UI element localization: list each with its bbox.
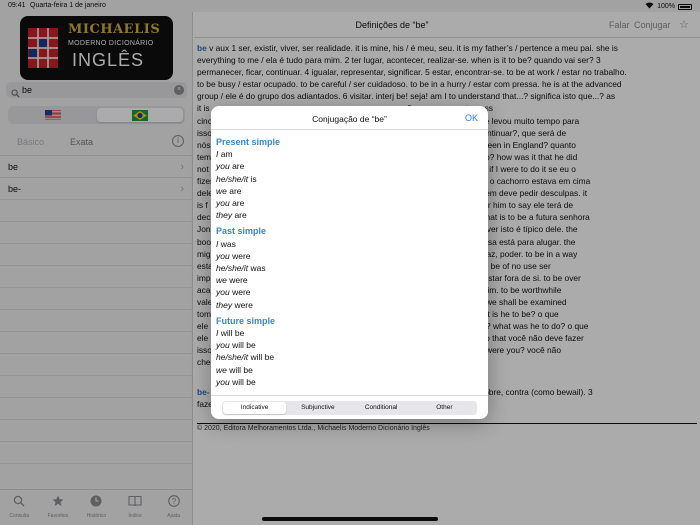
pronoun: they <box>216 299 233 310</box>
pronoun: they <box>216 210 233 221</box>
verb-form: will be <box>229 376 256 387</box>
pronoun: you <box>216 250 230 261</box>
verb-form: is <box>248 173 257 184</box>
conjugation-list: Present simple I am you are he/she/it is we … <box>211 131 488 395</box>
conjugation-row: they were <box>216 299 483 311</box>
verb-form: will be <box>226 364 253 375</box>
pronoun: he/she/it <box>216 352 249 363</box>
verb-form: will be <box>248 352 275 363</box>
conjugation-row: you are <box>216 197 483 209</box>
pronoun: we <box>216 275 227 286</box>
conjugation-row: you were <box>216 286 483 298</box>
mood-tab-conditional[interactable]: Conditional <box>350 402 413 414</box>
verb-form: are <box>229 161 245 172</box>
conjugation-row: he/she/it is <box>216 173 483 185</box>
modal-title: Conjugação de “be” <box>312 114 387 124</box>
conjugation-row: you will be <box>216 376 483 388</box>
verb-form: were <box>229 287 251 298</box>
ok-button[interactable]: OK <box>465 113 478 123</box>
verb-form: will be <box>218 328 245 339</box>
modal-footer: Indicative Subjunctive Conditional Other <box>211 395 488 419</box>
verb-form: were <box>232 299 253 310</box>
conjugation-row: you will be <box>216 339 483 351</box>
pronoun: you <box>216 287 230 298</box>
tense-heading: Present simple <box>216 137 281 147</box>
tense-heading: Past simple <box>216 226 267 237</box>
pronoun: you <box>216 340 230 351</box>
conjugation-row: you were <box>216 250 483 262</box>
pronoun: you <box>216 376 230 387</box>
verb-form: are <box>226 185 242 196</box>
pronoun: we <box>216 185 227 196</box>
conjugation-row: he/she/it was <box>216 262 483 274</box>
mood-selector[interactable]: Indicative Subjunctive Conditional Other <box>222 401 477 415</box>
pronoun: we <box>216 364 227 375</box>
verb-form: will be <box>229 340 256 351</box>
conjugation-row: he/she/it will be <box>216 351 483 363</box>
verb-form: were <box>226 275 248 286</box>
verb-form: are <box>229 198 245 209</box>
pronoun: he/she/it <box>216 173 249 184</box>
modal-header: Conjugação de “be” OK <box>211 106 488 130</box>
verb-form: was <box>218 238 236 249</box>
pronoun: he/she/it <box>216 263 249 274</box>
verb-form: were <box>229 250 251 261</box>
verb-form: am <box>218 149 233 160</box>
conjugation-row: you are <box>216 160 483 172</box>
tense-heading: Future simple <box>216 315 276 326</box>
conjugation-row: we were <box>216 274 483 286</box>
verb-form: was <box>248 263 266 274</box>
verb-form: are <box>232 210 247 221</box>
conjugation-row: I was <box>216 238 483 250</box>
mood-tab-other[interactable]: Other <box>413 402 476 414</box>
conjugation-row: they are <box>216 209 483 221</box>
conjugation-row: we are <box>216 185 483 197</box>
mood-tab-subjunctive[interactable]: Subjunctive <box>286 402 349 414</box>
conjugation-row: we will be <box>216 364 483 376</box>
conjugation-row: I am <box>216 148 483 160</box>
mood-tab-indicative[interactable]: Indicative <box>223 402 287 414</box>
conjugation-modal: Conjugação de “be” OK Present simple I am… <box>211 106 488 419</box>
conjugation-row: I will be <box>216 327 483 339</box>
pronoun: you <box>216 198 230 209</box>
pronoun: you <box>216 161 230 172</box>
